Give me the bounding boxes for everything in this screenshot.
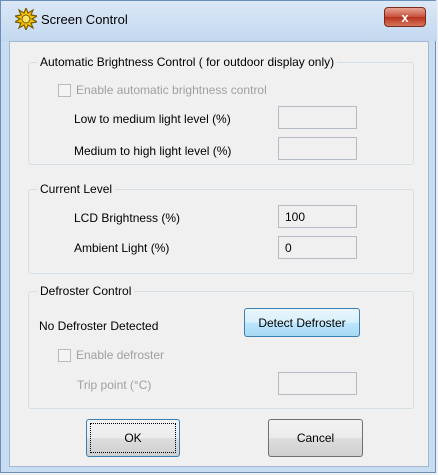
low-to-medium-field[interactable]	[278, 106, 357, 129]
lcd-brightness-label: LCD Brightness (%)	[74, 211, 181, 225]
cancel-button[interactable]: Cancel	[268, 419, 363, 457]
enable-defroster-label: Enable defroster	[76, 348, 165, 362]
screen-control-dialog: Screen Control x Automatic Brightness Co…	[0, 0, 437, 473]
cancel-button-label: Cancel	[296, 431, 335, 445]
ambient-light-label: Ambient Light (%)	[74, 241, 170, 255]
trip-point-field[interactable]	[278, 372, 357, 395]
detect-defroster-label: Detect Defroster	[258, 315, 346, 330]
close-button[interactable]: x	[384, 7, 426, 27]
defroster-group: Defroster Control No Defroster Detected …	[28, 284, 414, 409]
title-bar[interactable]: Screen Control x	[1, 1, 437, 41]
medium-to-high-field[interactable]	[278, 137, 357, 160]
defroster-legend: Defroster Control	[37, 284, 135, 298]
current-level-group: Current Level LCD Brightness (%) 100 Amb…	[28, 182, 414, 274]
dialog-client-area: Automatic Brightness Control ( for outdo…	[9, 41, 429, 467]
window-title: Screen Control	[41, 12, 128, 27]
current-level-legend: Current Level	[37, 182, 116, 196]
focus-rectangle	[90, 423, 176, 453]
auto-brightness-checkbox-label: Enable automatic brightness control	[76, 83, 267, 97]
medium-to-high-label: Medium to high light level (%)	[74, 144, 232, 158]
ambient-light-field: 0	[278, 236, 357, 259]
enable-defroster-checkbox[interactable]	[58, 349, 71, 362]
close-icon: x	[401, 9, 409, 25]
sun-icon	[15, 8, 37, 30]
defroster-status-text: No Defroster Detected	[39, 319, 159, 333]
auto-brightness-group: Automatic Brightness Control ( for outdo…	[28, 55, 414, 165]
auto-brightness-legend: Automatic Brightness Control ( for outdo…	[37, 55, 338, 69]
auto-brightness-checkbox[interactable]	[58, 84, 71, 97]
low-to-medium-label: Low to medium light level (%)	[74, 112, 231, 126]
trip-point-label: Trip point (°C)	[77, 378, 152, 392]
ok-button[interactable]: OK	[86, 419, 180, 457]
detect-defroster-button[interactable]: Detect Defroster	[244, 308, 360, 337]
lcd-brightness-field: 100	[278, 205, 357, 228]
